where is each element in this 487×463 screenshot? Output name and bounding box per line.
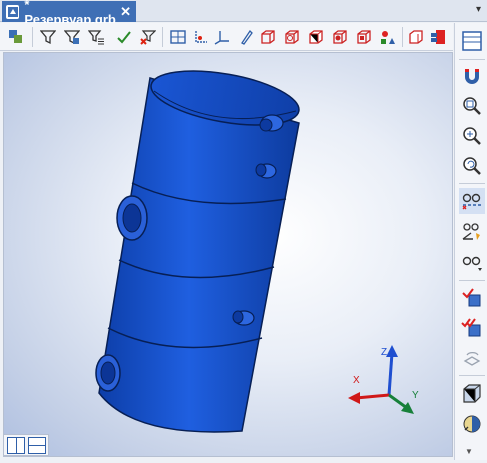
axis-x-label: X [353, 375, 360, 386]
axis-y-label: Y [412, 390, 419, 401]
grid-view-icon[interactable] [168, 27, 188, 47]
split-horizontal-icon[interactable] [28, 437, 46, 454]
axes-3d-icon[interactable] [212, 27, 232, 47]
zoom-window-icon[interactable] [459, 93, 485, 119]
glasses-dash-icon[interactable] [459, 188, 485, 214]
check-cube-multi-icon[interactable] [459, 315, 485, 341]
glasses-angle-icon[interactable] [459, 219, 485, 245]
view-cube-icon[interactable] [459, 381, 485, 407]
glasses-dropdown-icon[interactable] [459, 249, 485, 275]
document-tab-bar: * Резервуар.grb ✕ ▾ [0, 0, 487, 27]
component-icon[interactable] [428, 27, 448, 47]
filter-list-icon[interactable] [86, 27, 106, 47]
sphere-icon[interactable] [459, 411, 485, 437]
zoom-fit-icon[interactable] [459, 123, 485, 149]
box-wire-icon[interactable] [258, 27, 278, 47]
clear-filter-icon[interactable] [138, 27, 158, 47]
view-toolbar [0, 23, 453, 51]
document-icon [6, 4, 20, 19]
split-vertical-icon[interactable] [7, 437, 25, 454]
shapes-icon[interactable] [378, 27, 398, 47]
filter-select-icon[interactable] [62, 27, 82, 47]
bottom-view-toolbar [3, 434, 49, 456]
3d-viewport[interactable]: Z X Y [3, 52, 453, 457]
scroll-down-icon[interactable]: ▼ [465, 447, 473, 456]
filter-icon[interactable] [38, 27, 58, 47]
box-hidden-icon[interactable] [354, 27, 374, 47]
right-toolbar: ▼ [454, 23, 487, 460]
tank-model[interactable]: Z X Y [4, 53, 454, 458]
tab-list-dropdown-icon[interactable]: ▾ [476, 4, 481, 15]
box-section-icon[interactable] [406, 27, 426, 47]
rotate-icon[interactable] [459, 345, 485, 371]
box-solid-icon[interactable] [282, 27, 302, 47]
close-tab-icon[interactable]: ✕ [120, 4, 131, 20]
magnet-icon[interactable] [459, 63, 485, 89]
layout-icon[interactable] [459, 28, 485, 54]
box-shade-icon[interactable] [306, 27, 326, 47]
axis-triad: Z X Y [348, 345, 419, 414]
check-filter-icon[interactable] [114, 27, 134, 47]
layers-icon[interactable] [6, 27, 26, 47]
axis-z-label: Z [381, 347, 387, 358]
zoom-prev-icon[interactable] [459, 153, 485, 179]
sketch-icon[interactable] [236, 27, 256, 47]
document-tab[interactable]: * Резервуар.grb ✕ [2, 0, 136, 27]
check-cube-icon[interactable] [459, 285, 485, 311]
axes-origin-icon[interactable] [190, 27, 210, 47]
box-edge-icon[interactable] [330, 27, 350, 47]
